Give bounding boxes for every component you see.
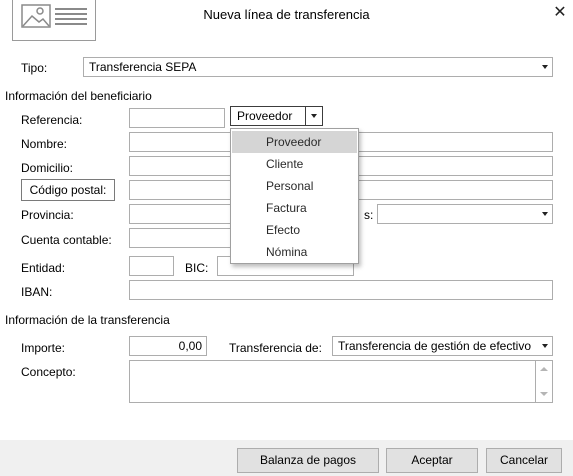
close-icon[interactable]: ✕ [552,2,568,22]
tipo-select-value: Transferencia SEPA [89,60,197,74]
scroll-up-icon[interactable] [540,367,548,371]
tipo-select[interactable]: Transferencia SEPA [83,57,553,77]
cancelar-button[interactable]: Cancelar [486,448,562,473]
chevron-down-icon [542,344,548,348]
menu-item-factura[interactable]: Factura [232,197,357,219]
chevron-down-icon [542,212,548,216]
importe-label: Importe: [21,341,66,355]
referencia-type-menu: Proveedor Cliente Personal Factura Efect… [230,128,359,264]
bic-label: BIC: [185,261,209,275]
menu-item-personal[interactable]: Personal [232,175,357,197]
menu-item-efecto[interactable]: Efecto [232,219,357,241]
scroll-down-icon[interactable] [540,392,548,396]
dropdown-toggle[interactable] [305,107,322,125]
transferencia-de-label: Transferencia de: [229,341,322,355]
transferencia-section-title: Información de la transferencia [5,313,170,327]
referencia-input[interactable] [129,108,225,128]
menu-item-cliente[interactable]: Cliente [232,153,357,175]
menu-item-nomina[interactable]: Nómina [232,241,357,263]
entidad-input[interactable] [129,256,174,276]
menu-item-proveedor[interactable]: Proveedor [232,131,357,153]
concepto-textarea[interactable] [129,360,536,403]
referencia-label: Referencia: [21,113,83,127]
cuenta-contable-label: Cuenta contable: [21,233,112,247]
nombre-label: Nombre: [21,137,68,151]
importe-input[interactable]: 0,00 [129,336,207,356]
chevron-down-icon [311,114,317,118]
pais-label: s: [364,208,374,222]
concepto-label: Concepto: [21,365,76,379]
transferencia-de-value: Transferencia de gestión de efectivo [338,339,532,353]
beneficiario-section-title: Información del beneficiario [5,89,152,103]
dialog-title: Nueva línea de transferencia [203,7,370,22]
referencia-type-dropdown[interactable]: Proveedor [230,106,323,126]
aceptar-button[interactable]: Aceptar [386,448,478,473]
transferencia-de-select[interactable]: Transferencia de gestión de efectivo [332,336,553,356]
tipo-label: Tipo: [21,61,48,75]
entidad-label: Entidad: [21,261,66,275]
pais-select[interactable] [377,204,553,224]
domicilio-label: Domicilio: [21,161,74,175]
iban-input[interactable] [129,280,553,300]
balanza-de-pagos-button[interactable]: Balanza de pagos [237,448,379,473]
chevron-down-icon [542,65,548,69]
provincia-label: Provincia: [21,208,74,222]
iban-label: IBAN: [21,285,53,299]
referencia-type-value: Proveedor [237,109,293,123]
codigo-postal-button[interactable]: Código postal: [21,179,115,201]
concepto-scrollbar[interactable] [536,360,553,403]
